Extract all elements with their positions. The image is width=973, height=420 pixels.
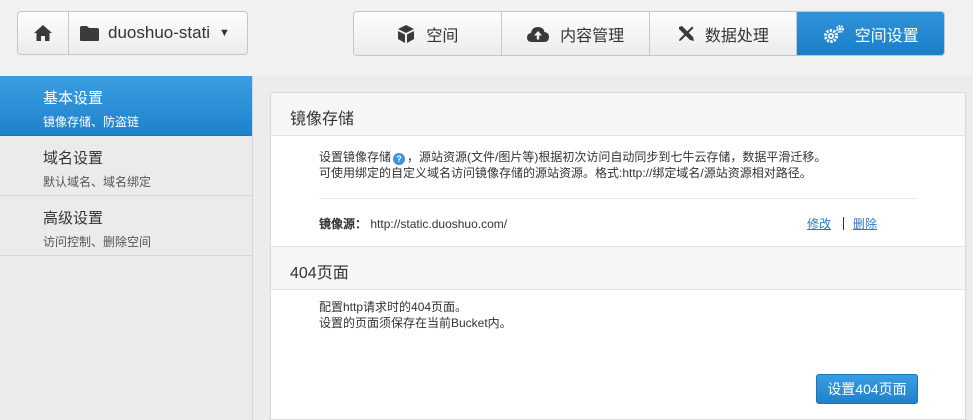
tab-label: 数据处理	[704, 27, 769, 45]
edit-mirror-link[interactable]: 修改	[807, 217, 831, 231]
mirror-section-title: 镜像存储	[271, 93, 965, 136]
mirror-source-row: 镜像源： http://static.duoshuo.com/ 修改 删除	[319, 198, 917, 246]
help-icon[interactable]: ?	[393, 153, 406, 165]
main-nav-tabs: 空间 内容管理 数据处理 空间设置	[353, 11, 945, 56]
sidebar-item-title: 高级设置	[43, 210, 104, 227]
page404-section: 404页面 配置http请求时的404页面。 设置的页面须保存在当前Bucket…	[271, 246, 965, 331]
sidebar-item-subtitle: 镜像存储、防盗链	[43, 115, 140, 129]
sidebar-item-title: 基本设置	[43, 90, 104, 107]
mirror-description-text: 设置镜像存储	[319, 150, 392, 164]
top-bar: duoshuo-static ▼ 空间 内容管理 数据处理 空间设置	[0, 0, 973, 76]
sidebar-item-advanced-settings[interactable]: 高级设置 访问控制、删除空间	[0, 196, 252, 256]
tab-label: 空间设置	[854, 27, 919, 45]
set-404-page-button[interactable]: 设置404页面	[816, 374, 918, 404]
folder-icon	[80, 25, 99, 41]
mirror-actions: 修改 删除	[807, 215, 877, 232]
page404-section-title: 404页面	[271, 247, 965, 290]
tab-data-processing[interactable]: 数据处理	[649, 12, 798, 55]
home-icon	[34, 25, 52, 41]
mirror-description-line2: 可使用绑定的自定义域名访问镜像存储的源站资源。格式:http://绑定域名/源站…	[319, 166, 812, 180]
bucket-switcher: duoshuo-static ▼	[17, 11, 248, 55]
delete-mirror-link[interactable]: 删除	[853, 217, 877, 231]
tab-label: 内容管理	[560, 27, 625, 45]
sidebar-item-title: 域名设置	[43, 150, 104, 167]
box-icon	[398, 24, 415, 43]
sidebar-item-domain-settings[interactable]: 域名设置 默认域名、域名绑定	[0, 136, 252, 196]
bucket-name: duoshuo-static	[108, 23, 211, 42]
mirror-description-text: ，源站资源(文件/图片等)根据初次访问自动同步到七牛云存储，数据平滑迁移。	[407, 150, 827, 164]
page404-section-body: 配置http请求时的404页面。 设置的页面须保存在当前Bucket内。	[271, 299, 965, 331]
tab-space[interactable]: 空间	[354, 12, 502, 55]
mirror-section-body: 设置镜像存储? ，源站资源(文件/图片等)根据初次访问自动同步到七牛云存储，数据平…	[271, 149, 965, 246]
chevron-down-icon: ▼	[219, 27, 230, 39]
tab-content-management[interactable]: 内容管理	[501, 12, 650, 55]
cloud-upload-icon	[527, 26, 550, 42]
sidebar-item-basic-settings[interactable]: 基本设置 镜像存储、防盗链	[0, 76, 252, 136]
tools-icon	[678, 25, 694, 41]
home-button[interactable]	[18, 12, 69, 54]
page404-description-line1: 配置http请求时的404页面。	[319, 300, 468, 314]
mirror-source-value: http://static.duoshuo.com/	[370, 217, 508, 231]
tab-label: 空间	[426, 27, 459, 45]
page404-description-line2: 设置的页面须保存在当前Bucket内。	[319, 316, 512, 330]
mirror-description-line1: 设置镜像存储? ，源站资源(文件/图片等)根据初次访问自动同步到七牛云存储，数据平…	[319, 149, 917, 165]
mirror-source-label: 镜像源：	[319, 217, 368, 231]
sidebar-item-subtitle: 默认域名、域名绑定	[43, 175, 152, 189]
sidebar-item-subtitle: 访问控制、删除空间	[43, 235, 152, 249]
divider	[842, 217, 844, 230]
settings-sidebar: 基本设置 镜像存储、防盗链 域名设置 默认域名、域名绑定 高级设置 访问控制、删…	[0, 76, 253, 420]
gears-icon	[823, 24, 844, 43]
bucket-dropdown[interactable]: duoshuo-static ▼	[69, 12, 247, 54]
tab-space-settings[interactable]: 空间设置	[797, 12, 944, 55]
settings-panel: 镜像存储 设置镜像存储? ，源站资源(文件/图片等)根据初次访问自动同步到七牛云存…	[270, 92, 966, 420]
